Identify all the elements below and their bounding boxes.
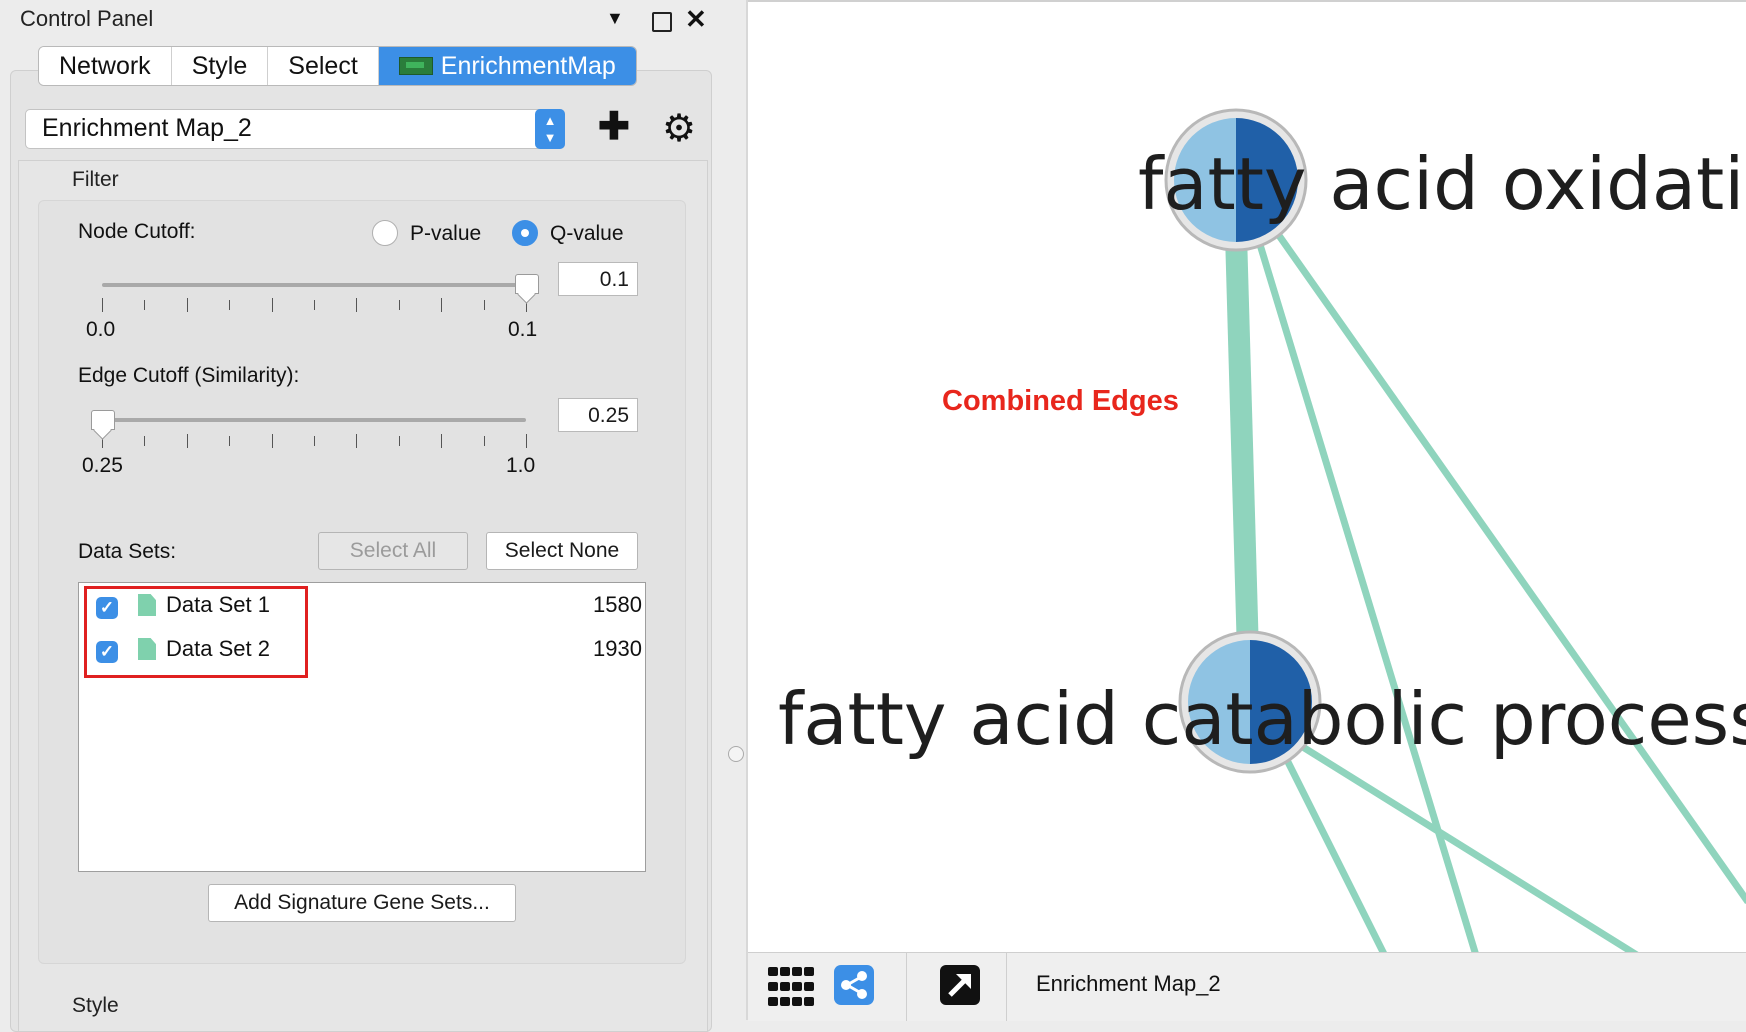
gear-icon[interactable]: ⚙ [662,106,696,151]
slider-tick [271,298,273,312]
node-slider-track [102,283,526,287]
slider-tick [483,300,485,310]
panel-menu-icon[interactable]: ▼ [606,8,624,29]
edge-cutoff-label: Edge Cutoff (Similarity): [78,364,300,387]
toolbar-divider [1006,953,1007,1021]
tab-enrichmentmap[interactable]: EnrichmentMap [378,47,636,85]
node-label-fatty-acid-catabolic-process: fatty acid catabolic process [778,677,1746,761]
node-slider-max-label: 0.1 [508,318,538,341]
node-cutoff-label: Node Cutoff: [78,220,196,243]
slider-tick [186,298,188,312]
pvalue-radio-label: P-value [410,222,482,245]
slider-tick [483,436,485,446]
slider-tick [356,434,358,448]
node-fatty-acid-oxidation[interactable]: fatty acid oxidation [1138,108,1746,252]
edge-slider-max-label: 1.0 [506,454,536,477]
panel-title: Control Panel [20,6,154,31]
network-edge[interactable] [1270,224,1746,905]
slider-tick [314,300,315,310]
node-fatty-acid-catabolic-process[interactable]: fatty acid catabolic process [778,630,1746,774]
slider-tick [144,436,146,446]
enrichment-map-select-value: Enrichment Map_2 [42,114,252,142]
add-icon[interactable]: ✚ [598,104,630,149]
combined-edges-annotation: Combined Edges [942,385,1179,417]
data-sets-label: Data Sets: [78,540,177,563]
style-heading: Style [72,994,119,1017]
network-canvas[interactable]: fatty acid oxidation fatty acid cataboli… [748,2,1746,954]
close-icon[interactable]: ✕ [685,4,707,35]
node-cutoff-field[interactable]: 0.1 [558,262,638,296]
float-window-icon[interactable] [652,12,672,32]
network-view[interactable]: fatty acid oxidation fatty acid cataboli… [748,0,1746,954]
filter-heading: Filter [72,168,119,191]
edges [1225,224,1746,954]
network-edge[interactable] [1254,236,1480,954]
select-arrows-icon: ▲ ▼ [535,109,565,149]
combined-edge[interactable] [1225,233,1259,655]
slider-tick [526,434,527,448]
detach-view-icon[interactable] [940,965,980,1005]
select-all-button[interactable]: Select All [318,532,468,570]
slider-tick [441,298,443,312]
toolbar-divider [906,953,907,1021]
splitter-handle-icon[interactable] [728,746,744,762]
data-sets-highlight-box [84,586,308,678]
enrichment-map-select[interactable]: Enrichment Map_2 ▲ ▼ [25,109,565,149]
select-none-button[interactable]: Select None [486,532,638,570]
edge-slider-thumb[interactable] [91,410,115,430]
share-network-icon[interactable] [834,965,874,1005]
enrichmentmap-logo-icon [398,57,433,75]
slider-tick [186,434,188,448]
node-label-fatty-acid-oxidation: fatty acid oxidation [1138,142,1746,226]
pvalue-radio[interactable] [372,220,398,246]
network-toolbar: Enrichment Map_2 [748,952,1746,1021]
edge-slider-min-label: 0.25 [82,454,123,477]
data-set-2-count: 1930 [593,636,642,661]
slider-tick [441,434,443,448]
slider-tick [229,300,231,310]
slider-tick [144,300,146,310]
slider-tick [398,300,400,310]
edge-slider-track [102,418,526,422]
tab-network[interactable]: Network [39,47,172,85]
qvalue-radio-label: Q-value [550,222,624,245]
grid-view-icon[interactable] [768,967,814,1007]
add-signature-gene-sets-button[interactable]: Add Signature Gene Sets... [208,884,516,922]
slider-tick [398,436,400,446]
network-edge[interactable] [1296,741,1648,954]
control-panel: Control Panel ▼ ✕ Network Style Select E… [0,0,746,1032]
data-set-1-count: 1580 [593,592,642,617]
slider-tick [314,436,315,446]
slider-tick [229,436,231,446]
tab-enrichmentmap-label: EnrichmentMap [440,52,616,80]
network-view-name: Enrichment Map_2 [1036,971,1221,996]
panel-tabs: Network Style Select EnrichmentMap [38,46,637,86]
tab-select[interactable]: Select [268,47,379,85]
qvalue-radio[interactable] [512,220,538,246]
node-slider-thumb[interactable] [515,274,539,294]
slider-tick [271,434,273,448]
slider-tick [356,298,358,312]
node-slider-min-label: 0.0 [86,318,116,341]
edge-cutoff-field[interactable]: 0.25 [558,398,638,432]
slider-tick [102,298,103,312]
network-edge[interactable] [1280,752,1388,954]
tab-style[interactable]: Style [171,47,269,85]
